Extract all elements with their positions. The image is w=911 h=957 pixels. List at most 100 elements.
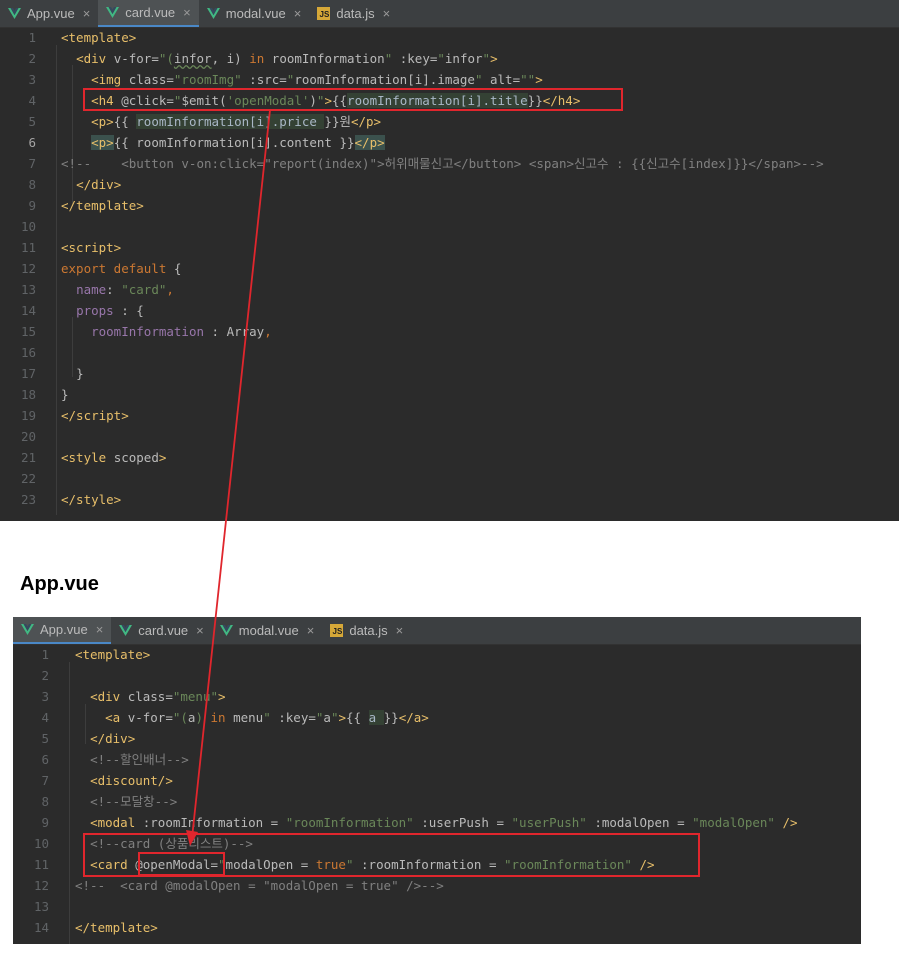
tab-label: data.js [349, 623, 388, 638]
js-icon: JS [330, 624, 344, 637]
code-line: </div> [90, 731, 136, 746]
app-vue-editor: App.vue × card.vue × modal.vue × JS data.js ×… [13, 617, 861, 944]
line-number: 23 [20, 492, 36, 507]
line-number: 3 [41, 689, 49, 704]
code-line: <p>{{ roomInformation[i].price }}원</p> [91, 114, 382, 129]
tab-label: App.vue [27, 6, 75, 21]
highlight-emit-box [83, 88, 623, 111]
line-number: 19 [20, 408, 36, 423]
line-number: 9 [28, 198, 36, 213]
code-line: </style> [61, 492, 122, 507]
tab-label: card.vue [138, 623, 189, 638]
line-number: 6 [28, 135, 36, 150]
vue-icon [206, 7, 220, 20]
vue-icon [21, 623, 34, 636]
line-number: 21 [20, 450, 36, 465]
line-number: 11 [33, 857, 49, 872]
code-line: props : { [76, 303, 144, 318]
line-number: 11 [20, 240, 36, 255]
code-line: <style scoped> [61, 450, 167, 465]
line-number: 1 [28, 30, 36, 45]
line-number: 13 [20, 282, 36, 297]
line-number: 2 [28, 51, 36, 66]
tab-data-js[interactable]: JS data.js × [322, 617, 411, 644]
code-line: </template> [75, 920, 158, 935]
close-icon[interactable]: × [196, 623, 204, 638]
line-number: 4 [28, 93, 36, 108]
editor-tabs: App.vue × card.vue × modal.vue × JS data.js × [13, 617, 861, 645]
line-number: 3 [28, 72, 36, 87]
line-number: 4 [41, 710, 49, 725]
line-number: 17 [20, 366, 36, 381]
line-number: 16 [20, 345, 36, 360]
code-area[interactable]: <template> <div class="menu"> <a v-for="… [13, 644, 861, 944]
code-line: <!--할인배너--> [90, 752, 189, 767]
indent-guide [69, 662, 70, 944]
line-number: 7 [28, 156, 36, 171]
line-number: 6 [41, 752, 49, 767]
code-line: roomInformation : Array, [91, 324, 272, 339]
vue-icon [219, 624, 233, 637]
line-number: 10 [20, 219, 36, 234]
close-icon[interactable]: × [383, 6, 391, 21]
tab-label: data.js [336, 6, 375, 21]
code-line: <template> [61, 30, 137, 45]
indent-guide [56, 45, 57, 515]
tab-data-js[interactable]: JS data.js × [309, 0, 398, 27]
line-number: 7 [41, 773, 49, 788]
tab-label: card.vue [125, 5, 176, 20]
line-number: 8 [28, 177, 36, 192]
line-number: 12 [33, 878, 49, 893]
tab-app-vue[interactable]: App.vue × [0, 0, 98, 27]
line-number: 9 [41, 815, 49, 830]
line-number: 14 [33, 920, 49, 935]
line-number: 5 [41, 731, 49, 746]
line-number: 5 [28, 114, 36, 129]
code-line: } [76, 366, 84, 381]
code-line: <!-- <card @modalOpen = "modalOpen = tru… [75, 878, 444, 893]
tab-card-vue[interactable]: card.vue × [111, 617, 211, 644]
code-area[interactable]: <template> <div v-for="(infor, i) in roo… [0, 27, 899, 521]
tab-card-vue[interactable]: card.vue × [98, 0, 199, 27]
close-icon[interactable]: × [307, 623, 315, 638]
section-title: App.vue [20, 573, 99, 595]
code-line: <modal :roomInformation = "roomInformati… [90, 815, 798, 830]
code-line: <!--모달창--> [90, 794, 178, 809]
tab-label: modal.vue [225, 6, 286, 21]
close-icon[interactable]: × [183, 5, 191, 20]
code-line: <!-- <button v-on:click="report(index)">… [61, 156, 824, 171]
line-number: 10 [33, 836, 49, 851]
line-number: 2 [41, 668, 49, 683]
line-number: 15 [20, 324, 36, 339]
tab-label: modal.vue [238, 623, 299, 638]
close-icon[interactable]: × [96, 622, 104, 637]
tab-modal-vue[interactable]: modal.vue × [199, 0, 310, 27]
vue-icon [106, 6, 120, 19]
tab-app-vue[interactable]: App.vue × [13, 617, 112, 644]
code-line: <discount/> [90, 773, 173, 788]
tab-modal-vue[interactable]: modal.vue × [212, 617, 323, 644]
code-line: <div v-for="(infor, i) in roomInformatio… [76, 51, 498, 66]
code-line: name: "card", [76, 282, 174, 297]
code-line: <a v-for="(a) in menu" :key="a">{{ a }}<… [105, 710, 429, 725]
code-line: </div> [76, 177, 122, 192]
code-line: <template> [75, 647, 151, 662]
code-line: </template> [61, 198, 144, 213]
card-vue-editor: App.vue × card.vue × modal.vue × JS data.js ×… [0, 0, 899, 521]
close-icon[interactable]: × [83, 6, 91, 21]
vue-icon [8, 7, 21, 20]
line-number: 14 [20, 303, 36, 318]
editor-tabs: App.vue × card.vue × modal.vue × JS data.js × [0, 0, 899, 28]
line-number: 12 [20, 261, 36, 276]
code-line: </script> [61, 408, 129, 423]
close-icon[interactable]: × [396, 623, 404, 638]
code-line: <script> [61, 240, 122, 255]
tab-label: App.vue [40, 622, 88, 637]
close-icon[interactable]: × [294, 6, 302, 21]
line-number: 1 [41, 647, 49, 662]
line-number: 18 [20, 387, 36, 402]
line-number: 8 [41, 794, 49, 809]
line-number: 20 [20, 429, 36, 444]
line-number: 13 [33, 899, 49, 914]
line-number: 22 [20, 471, 36, 486]
